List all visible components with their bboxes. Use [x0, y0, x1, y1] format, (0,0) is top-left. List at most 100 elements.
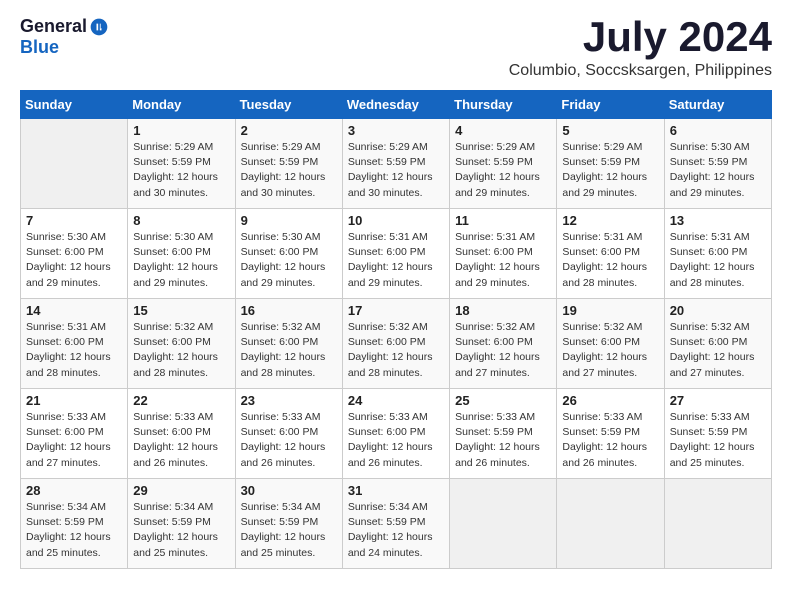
calendar-header-row: SundayMondayTuesdayWednesdayThursdayFrid… — [21, 91, 772, 119]
month-title: July 2024 — [509, 16, 772, 58]
calendar-cell: 21 Sunrise: 5:33 AM Sunset: 6:00 PM Dayli… — [21, 389, 128, 479]
calendar-cell: 14 Sunrise: 5:31 AM Sunset: 6:00 PM Dayli… — [21, 299, 128, 389]
calendar-cell: 29 Sunrise: 5:34 AM Sunset: 5:59 PM Dayli… — [128, 479, 235, 569]
day-number: 9 — [241, 213, 337, 228]
calendar-cell: 3 Sunrise: 5:29 AM Sunset: 5:59 PM Daylig… — [342, 119, 449, 209]
calendar-cell: 24 Sunrise: 5:33 AM Sunset: 6:00 PM Dayli… — [342, 389, 449, 479]
calendar-cell: 18Sunrise: 5:32 AM Sunset: 6:00 PM Dayli… — [450, 299, 557, 389]
calendar-header-wednesday: Wednesday — [342, 91, 449, 119]
day-number: 21 — [26, 393, 122, 408]
day-number: 19 — [562, 303, 658, 318]
day-number: 13 — [670, 213, 766, 228]
day-number: 17 — [348, 303, 444, 318]
calendar-cell: 19 Sunrise: 5:32 AM Sunset: 6:00 PM Dayli… — [557, 299, 664, 389]
day-info: Sunrise: 5:29 AM Sunset: 5:59 PM Dayligh… — [348, 140, 444, 201]
calendar-cell: 25 Sunrise: 5:33 AM Sunset: 5:59 PM Dayli… — [450, 389, 557, 479]
calendar-cell: 1 Sunrise: 5:29 AM Sunset: 5:59 PM Daylig… — [128, 119, 235, 209]
calendar-cell: 27 Sunrise: 5:33 AM Sunset: 5:59 PM Dayli… — [664, 389, 771, 479]
calendar-cell: 2 Sunrise: 5:29 AM Sunset: 5:59 PM Daylig… — [235, 119, 342, 209]
day-info: Sunrise: 5:29 AM Sunset: 5:59 PM Dayligh… — [455, 140, 551, 201]
day-number: 22 — [133, 393, 229, 408]
day-info: Sunrise: 5:32 AM Sunset: 6:00 PM Dayligh… — [562, 320, 658, 381]
day-info: Sunrise: 5:29 AM Sunset: 5:59 PM Dayligh… — [562, 140, 658, 201]
logo-icon — [89, 17, 109, 37]
day-info: Sunrise: 5:34 AM Sunset: 5:59 PM Dayligh… — [348, 500, 444, 561]
day-info: Sunrise: 5:32 AM Sunset: 6:00 PM Dayligh… — [670, 320, 766, 381]
day-number: 20 — [670, 303, 766, 318]
day-info: Sunrise: 5:34 AM Sunset: 5:59 PM Dayligh… — [241, 500, 337, 561]
calendar-cell — [664, 479, 771, 569]
calendar-cell — [21, 119, 128, 209]
day-number: 11 — [455, 213, 551, 228]
day-info: Sunrise: 5:29 AM Sunset: 5:59 PM Dayligh… — [241, 140, 337, 201]
calendar-week-row: 7 Sunrise: 5:30 AM Sunset: 6:00 PM Daylig… — [21, 209, 772, 299]
calendar-cell — [557, 479, 664, 569]
calendar-header-monday: Monday — [128, 91, 235, 119]
calendar-cell: 28 Sunrise: 5:34 AM Sunset: 5:59 PM Dayli… — [21, 479, 128, 569]
day-number: 15 — [133, 303, 229, 318]
day-number: 18 — [455, 303, 551, 318]
day-info: Sunrise: 5:32 AM Sunset: 6:00 PM Dayligh… — [348, 320, 444, 381]
day-number: 6 — [670, 123, 766, 138]
day-info: Sunrise: 5:33 AM Sunset: 5:59 PM Dayligh… — [455, 410, 551, 471]
calendar-week-row: 21 Sunrise: 5:33 AM Sunset: 6:00 PM Dayli… — [21, 389, 772, 479]
day-info: Sunrise: 5:31 AM Sunset: 6:00 PM Dayligh… — [26, 320, 122, 381]
logo-general: General — [20, 16, 87, 37]
calendar-cell: 31Sunrise: 5:34 AM Sunset: 5:59 PM Dayli… — [342, 479, 449, 569]
day-info: Sunrise: 5:34 AM Sunset: 5:59 PM Dayligh… — [133, 500, 229, 561]
day-number: 24 — [348, 393, 444, 408]
day-number: 16 — [241, 303, 337, 318]
calendar-cell: 10Sunrise: 5:31 AM Sunset: 6:00 PM Dayli… — [342, 209, 449, 299]
day-number: 27 — [670, 393, 766, 408]
calendar-cell: 15 Sunrise: 5:32 AM Sunset: 6:00 PM Dayli… — [128, 299, 235, 389]
day-info: Sunrise: 5:33 AM Sunset: 5:59 PM Dayligh… — [670, 410, 766, 471]
day-number: 26 — [562, 393, 658, 408]
day-info: Sunrise: 5:31 AM Sunset: 6:00 PM Dayligh… — [455, 230, 551, 291]
calendar-cell: 26 Sunrise: 5:33 AM Sunset: 5:59 PM Dayli… — [557, 389, 664, 479]
day-number: 23 — [241, 393, 337, 408]
day-info: Sunrise: 5:33 AM Sunset: 6:00 PM Dayligh… — [241, 410, 337, 471]
calendar-cell: 12Sunrise: 5:31 AM Sunset: 6:00 PM Dayli… — [557, 209, 664, 299]
day-info: Sunrise: 5:33 AM Sunset: 5:59 PM Dayligh… — [562, 410, 658, 471]
calendar-cell — [450, 479, 557, 569]
calendar-cell: 22 Sunrise: 5:33 AM Sunset: 6:00 PM Dayli… — [128, 389, 235, 479]
title-section: July 2024 Columbio, Soccsksargen, Philip… — [509, 16, 772, 80]
day-number: 2 — [241, 123, 337, 138]
calendar-cell: 30Sunrise: 5:34 AM Sunset: 5:59 PM Dayli… — [235, 479, 342, 569]
calendar-week-row: 1 Sunrise: 5:29 AM Sunset: 5:59 PM Daylig… — [21, 119, 772, 209]
calendar-cell: 8 Sunrise: 5:30 AM Sunset: 6:00 PM Daylig… — [128, 209, 235, 299]
day-info: Sunrise: 5:32 AM Sunset: 6:00 PM Dayligh… — [241, 320, 337, 381]
calendar-cell: 9 Sunrise: 5:30 AM Sunset: 6:00 PM Daylig… — [235, 209, 342, 299]
day-info: Sunrise: 5:33 AM Sunset: 6:00 PM Dayligh… — [348, 410, 444, 471]
calendar-cell: 16 Sunrise: 5:32 AM Sunset: 6:00 PM Dayli… — [235, 299, 342, 389]
day-info: Sunrise: 5:33 AM Sunset: 6:00 PM Dayligh… — [26, 410, 122, 471]
day-info: Sunrise: 5:30 AM Sunset: 6:00 PM Dayligh… — [133, 230, 229, 291]
day-number: 14 — [26, 303, 122, 318]
calendar-cell: 17 Sunrise: 5:32 AM Sunset: 6:00 PM Dayli… — [342, 299, 449, 389]
day-info: Sunrise: 5:29 AM Sunset: 5:59 PM Dayligh… — [133, 140, 229, 201]
day-info: Sunrise: 5:32 AM Sunset: 6:00 PM Dayligh… — [133, 320, 229, 381]
day-info: Sunrise: 5:33 AM Sunset: 6:00 PM Dayligh… — [133, 410, 229, 471]
day-number: 1 — [133, 123, 229, 138]
logo-blue: Blue — [20, 37, 59, 58]
calendar-header-thursday: Thursday — [450, 91, 557, 119]
day-info: Sunrise: 5:30 AM Sunset: 5:59 PM Dayligh… — [670, 140, 766, 201]
day-number: 25 — [455, 393, 551, 408]
calendar-cell: 11 Sunrise: 5:31 AM Sunset: 6:00 PM Dayli… — [450, 209, 557, 299]
day-number: 8 — [133, 213, 229, 228]
day-number: 7 — [26, 213, 122, 228]
day-number: 10 — [348, 213, 444, 228]
calendar-week-row: 14 Sunrise: 5:31 AM Sunset: 6:00 PM Dayli… — [21, 299, 772, 389]
calendar-cell: 7 Sunrise: 5:30 AM Sunset: 6:00 PM Daylig… — [21, 209, 128, 299]
calendar-header-sunday: Sunday — [21, 91, 128, 119]
day-number: 4 — [455, 123, 551, 138]
calendar-cell: 13Sunrise: 5:31 AM Sunset: 6:00 PM Dayli… — [664, 209, 771, 299]
calendar-cell: 6 Sunrise: 5:30 AM Sunset: 5:59 PM Daylig… — [664, 119, 771, 209]
day-number: 3 — [348, 123, 444, 138]
day-info: Sunrise: 5:30 AM Sunset: 6:00 PM Dayligh… — [26, 230, 122, 291]
day-number: 29 — [133, 483, 229, 498]
day-info: Sunrise: 5:34 AM Sunset: 5:59 PM Dayligh… — [26, 500, 122, 561]
day-info: Sunrise: 5:30 AM Sunset: 6:00 PM Dayligh… — [241, 230, 337, 291]
calendar-cell: 23 Sunrise: 5:33 AM Sunset: 6:00 PM Dayli… — [235, 389, 342, 479]
day-number: 28 — [26, 483, 122, 498]
